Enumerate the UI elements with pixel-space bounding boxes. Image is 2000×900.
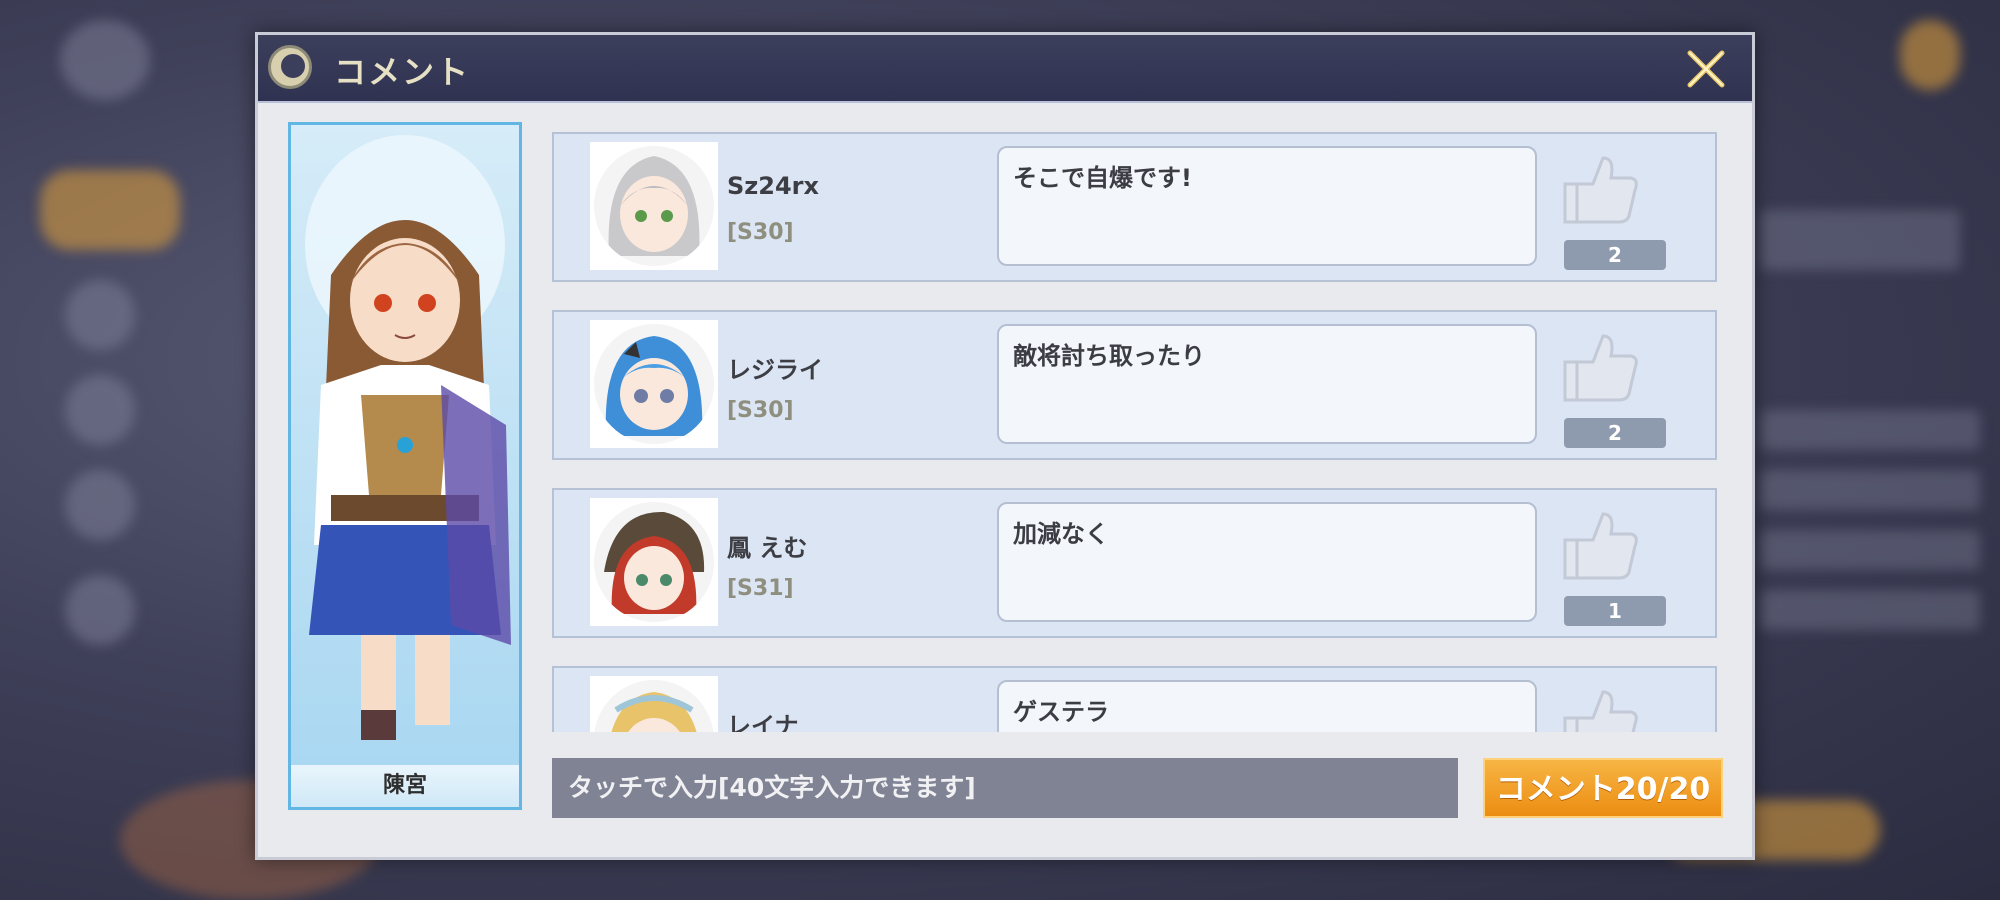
like-button[interactable]	[1559, 150, 1643, 230]
user-avatar[interactable]	[590, 320, 718, 448]
thumbs-up-icon	[1563, 334, 1638, 402]
user-name: レジライ	[727, 356, 823, 384]
character-name-bar: 陳宮	[291, 765, 519, 807]
server-tag: [S31]	[727, 576, 794, 601]
user-name: Sz24rx	[727, 172, 819, 200]
comment-text: そこで自爆です!	[1013, 164, 1192, 192]
like-button[interactable]	[1559, 506, 1643, 586]
avatar-image	[594, 502, 714, 622]
comment-list[interactable]: Sz24rx [S30] そこで自爆です! 2 レジライ [S30] 敵将討ち取…	[552, 132, 1727, 732]
user-name: 鳳 えむ	[727, 534, 808, 562]
comment-row: Sz24rx [S30] そこで自爆です! 2	[552, 132, 1717, 282]
comment-row: レジライ [S30] 敵将討ち取ったり 2	[552, 310, 1717, 460]
like-count: 2	[1564, 418, 1666, 448]
moon-emblem-icon	[268, 45, 312, 89]
comment-text-box: 加減なく	[997, 502, 1537, 622]
server-tag: [S30]	[727, 220, 794, 245]
thumbs-up-icon	[1563, 512, 1638, 580]
comment-text-box: 敵将討ち取ったり	[997, 324, 1537, 444]
comment-text-box: そこで自爆です!	[997, 146, 1537, 266]
thumbs-up-icon	[1563, 690, 1638, 732]
like-button[interactable]	[1559, 328, 1643, 408]
avatar-image	[594, 146, 714, 266]
comment-dialog: コメント 陳宮 Sz24rx [S30] そこで自爆です! 2 レジライ [S3…	[255, 32, 1755, 860]
user-name: レイナ	[727, 712, 799, 732]
comment-input[interactable]: タッチで入力[40文字入力できます]	[552, 758, 1458, 818]
close-button[interactable]	[1682, 45, 1730, 93]
comment-row: 鳳 えむ [S31] 加減なく 1	[552, 488, 1717, 638]
server-tag: [S30]	[727, 398, 794, 423]
comment-text: 加減なく	[1013, 520, 1109, 548]
character-name: 陳宮	[382, 773, 427, 798]
avatar-image	[594, 324, 714, 444]
avatar-image	[594, 680, 714, 732]
dialog-title: コメント	[334, 53, 471, 91]
like-button[interactable]	[1559, 684, 1643, 732]
character-portrait	[305, 135, 511, 740]
comment-text-box: ゲステラ	[997, 680, 1537, 732]
dialog-header: コメント	[258, 35, 1752, 103]
comment-text: ゲステラ	[1013, 698, 1109, 726]
close-x-icon	[1687, 50, 1725, 88]
comment-text: 敵将討ち取ったり	[1013, 342, 1205, 370]
user-avatar[interactable]	[590, 676, 718, 732]
user-avatar[interactable]	[590, 498, 718, 626]
submit-comment-button[interactable]: コメント20/20	[1483, 758, 1723, 818]
like-count: 1	[1564, 596, 1666, 626]
comment-row: レイナ ゲステラ	[552, 666, 1717, 732]
character-card[interactable]: 陳宮	[288, 122, 522, 810]
like-count: 2	[1564, 240, 1666, 270]
user-avatar[interactable]	[590, 142, 718, 270]
thumbs-up-icon	[1563, 156, 1638, 224]
